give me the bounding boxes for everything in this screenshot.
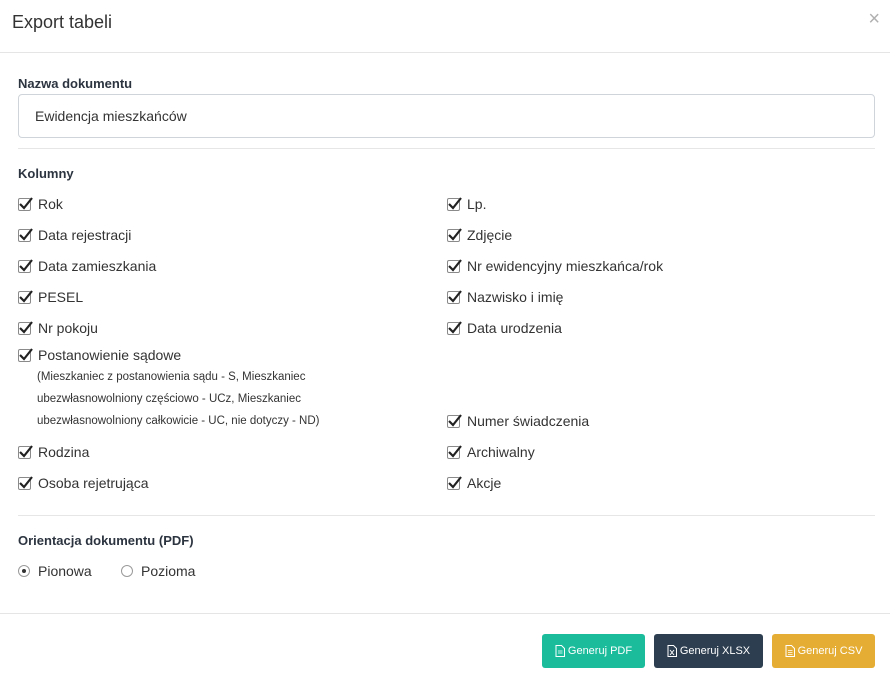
checkbox[interactable] bbox=[447, 320, 462, 335]
checkmark-icon bbox=[448, 320, 462, 334]
column-checkbox-postanowienie-sadowe[interactable]: Postanowienie sądowe bbox=[18, 347, 181, 363]
checkbox[interactable] bbox=[18, 347, 33, 362]
column-label: Postanowienie sądowe bbox=[38, 347, 182, 363]
checkmark-icon bbox=[448, 289, 462, 303]
column-checkbox-numer-swiadczenia[interactable]: Numer świadczenia bbox=[447, 413, 589, 429]
checkbox[interactable] bbox=[447, 196, 462, 211]
checkbox[interactable] bbox=[447, 444, 462, 459]
column-checkbox-nr-ewidencyjny[interactable]: Nr ewidencyjny mieszkańca/rok bbox=[447, 258, 663, 274]
column-note: ubezwłasnowolniony całkowicie - UC, nie … bbox=[37, 415, 320, 427]
checkmark-icon bbox=[448, 196, 462, 210]
column-label: Osoba rejetrująca bbox=[38, 475, 149, 491]
checkbox[interactable] bbox=[18, 227, 33, 242]
column-checkbox-nr-pokoju[interactable]: Nr pokoju bbox=[18, 320, 98, 336]
column-label: Nr pokoju bbox=[38, 320, 98, 336]
checkbox[interactable] bbox=[447, 413, 462, 428]
file-pdf-icon bbox=[555, 645, 565, 657]
orientation-radio-pozioma[interactable]: Pozioma bbox=[121, 563, 195, 579]
checkmark-icon bbox=[19, 475, 33, 489]
column-label: Nazwisko i imię bbox=[467, 289, 564, 305]
file-excel-icon bbox=[667, 645, 677, 657]
button-label: Generuj CSV bbox=[797, 645, 863, 657]
column-checkbox-nazwisko-i-imie[interactable]: Nazwisko i imię bbox=[447, 289, 563, 305]
column-label: Zdjęcie bbox=[467, 227, 513, 243]
document-name-input[interactable] bbox=[18, 94, 875, 138]
orientation-label: Orientacja dokumentu (PDF) bbox=[18, 533, 194, 548]
checkmark-icon bbox=[448, 258, 462, 272]
column-label: Rodzina bbox=[38, 444, 90, 460]
checkmark-icon bbox=[19, 289, 33, 303]
dialog-header: Export tabeli × bbox=[0, 0, 890, 53]
column-note: ubezwłasnowolniony częściowo - UCz, Mies… bbox=[37, 393, 301, 405]
checkmark-icon bbox=[19, 196, 33, 210]
column-checkbox-pesel[interactable]: PESEL bbox=[18, 289, 83, 305]
columns-label: Kolumny bbox=[18, 166, 74, 181]
checkbox[interactable] bbox=[18, 196, 33, 211]
checkmark-icon bbox=[448, 444, 462, 458]
button-label: Generuj PDF bbox=[567, 645, 633, 657]
button-label: Generuj XLSX bbox=[679, 645, 751, 657]
radio-button[interactable] bbox=[121, 565, 133, 577]
column-label: Rok bbox=[38, 196, 63, 212]
checkmark-icon bbox=[19, 320, 33, 334]
checkbox[interactable] bbox=[18, 320, 33, 335]
column-checkbox-akcje[interactable]: Akcje bbox=[447, 475, 501, 491]
radio-button[interactable] bbox=[18, 565, 30, 577]
checkmark-icon bbox=[19, 258, 33, 272]
column-checkbox-data-rejestracji[interactable]: Data rejestracji bbox=[18, 227, 131, 243]
checkmark-icon bbox=[19, 347, 33, 361]
checkbox[interactable] bbox=[18, 475, 33, 490]
column-label: Data urodzenia bbox=[467, 320, 562, 336]
column-label: Data zamieszkania bbox=[38, 258, 157, 274]
file-text-icon bbox=[785, 645, 795, 657]
column-label: Lp. bbox=[467, 196, 487, 212]
checkbox[interactable] bbox=[18, 258, 33, 273]
column-checkbox-rok[interactable]: Rok bbox=[18, 196, 63, 212]
generate-csv-button[interactable]: Generuj CSV bbox=[772, 634, 875, 668]
document-name-label: Nazwa dokumentu bbox=[18, 76, 133, 91]
column-checkbox-lp[interactable]: Lp. bbox=[447, 196, 486, 212]
column-checkbox-archiwalny[interactable]: Archiwalny bbox=[447, 444, 535, 460]
checkmark-icon bbox=[19, 227, 33, 241]
checkbox[interactable] bbox=[447, 475, 462, 490]
export-dialog: Export tabeli × Nazwa dokumentu Kolumny … bbox=[0, 0, 890, 684]
checkbox[interactable] bbox=[18, 289, 33, 304]
column-checkbox-data-urodzenia[interactable]: Data urodzenia bbox=[447, 320, 562, 336]
orientation-radio-pionowa[interactable]: Pionowa bbox=[18, 563, 92, 579]
column-checkbox-data-zamieszkania[interactable]: Data zamieszkania bbox=[18, 258, 156, 274]
column-label: Data rejestracji bbox=[38, 227, 132, 243]
column-checkbox-rodzina[interactable]: Rodzina bbox=[18, 444, 89, 460]
checkbox[interactable] bbox=[447, 258, 462, 273]
generate-xlsx-button[interactable]: Generuj XLSX bbox=[654, 634, 763, 668]
dialog-footer: Generuj PDF Generuj XLSX Generuj CSV bbox=[0, 613, 890, 684]
radio-label: Pionowa bbox=[38, 563, 92, 579]
checkmark-icon bbox=[448, 413, 462, 427]
close-icon[interactable]: × bbox=[868, 9, 880, 29]
dialog-title: Export tabeli bbox=[12, 12, 113, 32]
checkbox[interactable] bbox=[18, 444, 33, 459]
divider bbox=[18, 515, 875, 516]
column-note: (Mieszkaniec z postanowienia sądu - S, M… bbox=[37, 371, 306, 383]
column-label: PESEL bbox=[38, 289, 84, 305]
radio-label: Pozioma bbox=[141, 563, 196, 579]
checkbox[interactable] bbox=[447, 289, 462, 304]
column-label: Archiwalny bbox=[467, 444, 535, 460]
checkbox[interactable] bbox=[447, 227, 462, 242]
column-checkbox-osoba-rejestrujaca[interactable]: Osoba rejetrująca bbox=[18, 475, 149, 491]
column-label: Numer świadczenia bbox=[467, 413, 590, 429]
generate-pdf-button[interactable]: Generuj PDF bbox=[542, 634, 645, 668]
checkmark-icon bbox=[448, 475, 462, 489]
column-label: Nr ewidencyjny mieszkańca/rok bbox=[467, 258, 664, 274]
checkmark-icon bbox=[19, 444, 33, 458]
checkmark-icon bbox=[448, 227, 462, 241]
divider bbox=[18, 148, 875, 149]
column-checkbox-zdjecie[interactable]: Zdjęcie bbox=[447, 227, 512, 243]
column-label: Akcje bbox=[467, 475, 502, 491]
